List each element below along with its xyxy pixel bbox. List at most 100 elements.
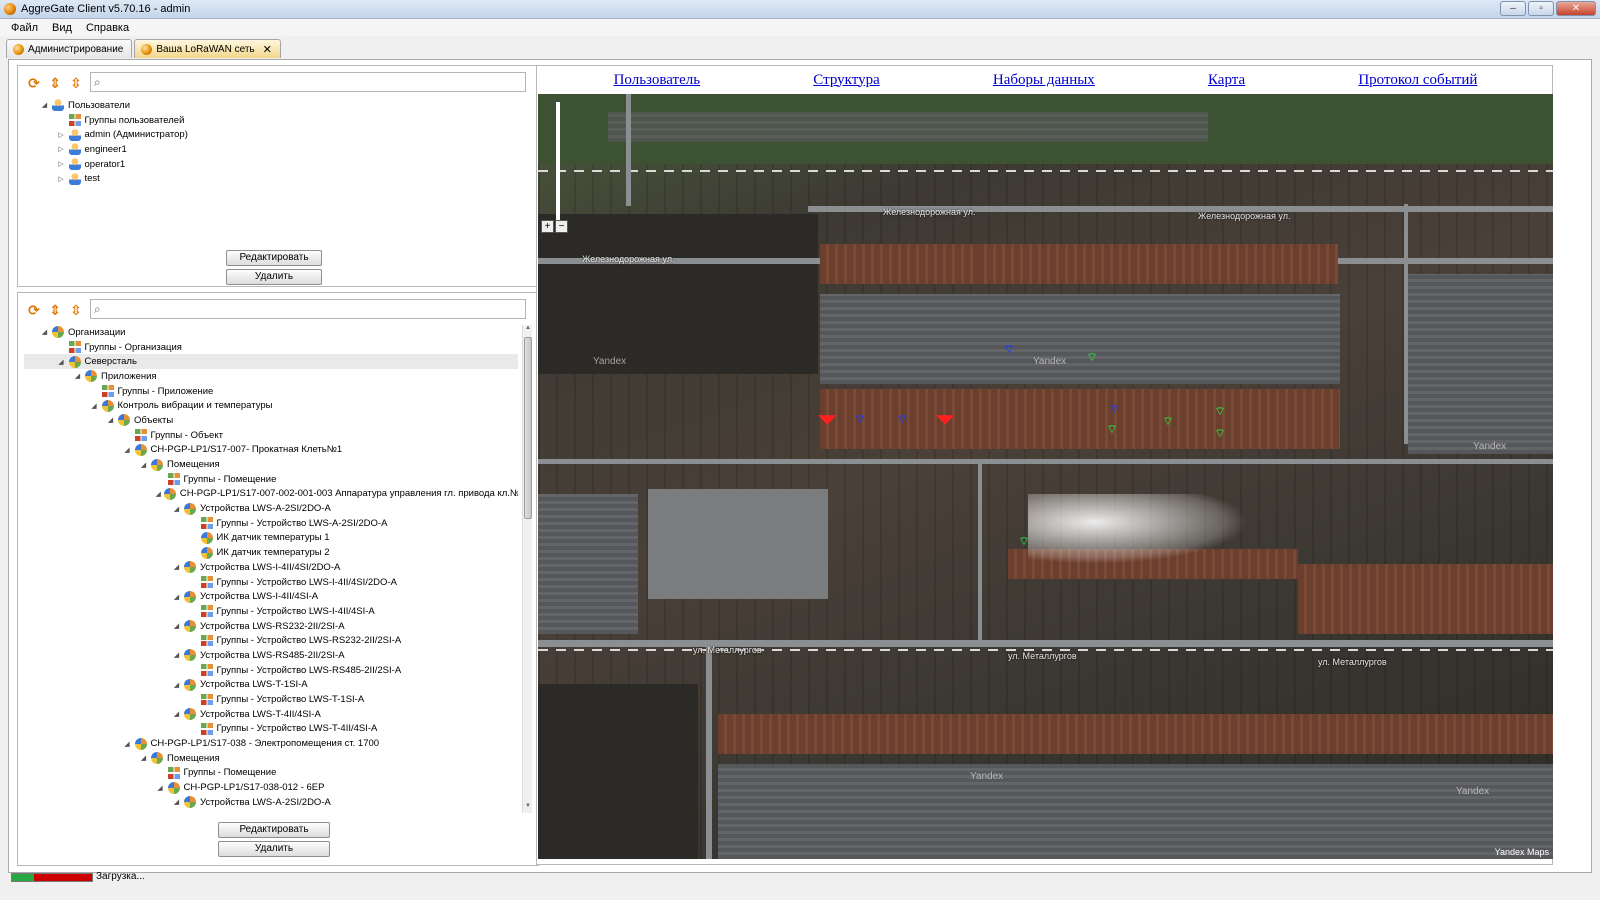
refresh-icon[interactable]: ⟳ (26, 75, 42, 91)
expand-toggle-icon[interactable]: ◢ (40, 101, 49, 109)
tree-node[interactable]: ◢ Приложения (24, 369, 518, 384)
sensor-marker-ok-icon[interactable]: ⌔ (1212, 427, 1228, 439)
organizations-search-field[interactable]: ⌕ (90, 299, 526, 319)
edit-organization-button[interactable]: Редактировать (218, 822, 330, 838)
expand-toggle-icon[interactable]: ◢ (123, 740, 132, 748)
tree-node[interactable]: Группы - Устройство LWS-A-2SI/2DO-A (24, 516, 518, 531)
satellite-map[interactable]: Железнодорожная ул. Железнодорожная ул. … (538, 94, 1553, 859)
nav-link-datasets[interactable]: Наборы данных (993, 72, 1095, 89)
nav-link-map[interactable]: Карта (1208, 72, 1245, 89)
tree-node[interactable]: Группы - Устройство LWS-RS232-2II/2SI-A (24, 633, 518, 648)
tree-node[interactable]: ИК датчик температуры 1 (24, 531, 518, 546)
expand-toggle-icon[interactable]: ◢ (172, 710, 181, 718)
tree-node[interactable]: Группы - Устройство LWS-T-4II/4SI-A (24, 722, 518, 737)
tree-node[interactable]: Группы - Организация (24, 340, 518, 355)
zoom-in-button[interactable]: + (541, 220, 554, 233)
maximize-button[interactable]: ▫ (1528, 1, 1554, 16)
tree-node[interactable]: Группы - Помещение (24, 472, 518, 487)
tree-node[interactable]: ◢ Помещения (24, 457, 518, 472)
expand-toggle-icon[interactable]: ◢ (90, 402, 99, 410)
expand-toggle-icon[interactable]: ◢ (156, 490, 161, 498)
expand-toggle-icon[interactable]: ◢ (40, 328, 49, 336)
expand-toggle-icon[interactable]: ◢ (172, 651, 181, 659)
collapse-all-icon[interactable]: ⇳ (68, 75, 84, 91)
expand-toggle-icon[interactable]: ◢ (172, 593, 181, 601)
sensor-marker-ok-icon[interactable]: ⌔ (1084, 351, 1100, 363)
tree-node[interactable]: Группы - Устройство LWS-RS485-2II/2SI-A (24, 663, 518, 678)
sensor-marker-warning-icon[interactable]: ⌔ (1001, 343, 1017, 355)
expand-toggle-icon[interactable]: ◢ (172, 505, 181, 513)
tree-node[interactable]: ◢ Устройства LWS-A-2SI/2DO-A (24, 795, 518, 810)
sensor-marker-warning-icon[interactable]: ⌔ (894, 413, 910, 425)
tree-node[interactable]: ◢ CH-PGP-LP1/S17-038-012 - 6ЕР (24, 780, 518, 795)
tree-node[interactable]: ◢ Контроль вибрации и температуры (24, 398, 518, 413)
tree-node[interactable]: ◢ Пользователи (24, 98, 518, 113)
tree-node[interactable]: ◢ CH-PGP-LP1/S17-038 - Электропомещения с… (24, 736, 518, 751)
tree-node[interactable]: ◢ Устройства LWS-T-1SI-A (24, 678, 518, 693)
expand-toggle-icon[interactable]: ◢ (172, 622, 181, 630)
collapse-all-icon[interactable]: ⇳ (68, 302, 84, 318)
expand-toggle-icon[interactable]: ▷ (57, 145, 66, 153)
tree-node[interactable]: Группы - Объект (24, 428, 518, 443)
tree-node[interactable]: ▷ test (24, 171, 518, 186)
tree-node[interactable]: ▷ admin (Администратор) (24, 127, 518, 142)
tree-node[interactable]: ◢ Устройства LWS-RS485-2II/2SI-A (24, 648, 518, 663)
zoom-slider[interactable] (556, 102, 560, 227)
expand-all-icon[interactable]: ⇕ (47, 302, 63, 318)
expand-toggle-icon[interactable]: ◢ (172, 563, 181, 571)
tab-lorawan-network[interactable]: Ваша LoRaWAN сеть ✕ (134, 39, 281, 58)
tab-close-icon[interactable]: ✕ (263, 43, 272, 56)
tree-node[interactable]: Группы - Приложение (24, 384, 518, 399)
tree-node[interactable]: ◢ Северсталь (24, 354, 518, 370)
expand-toggle-icon[interactable]: ▷ (57, 160, 66, 168)
tree-node[interactable]: Группы - Устройство LWS-I-4II/4SI-A (24, 604, 518, 619)
users-search-field[interactable]: ⌕ (90, 72, 526, 92)
tree-node[interactable]: ◢ Объекты (24, 413, 518, 428)
tab-administration[interactable]: Администрирование (6, 39, 133, 58)
scroll-down-icon[interactable]: ▼ (523, 803, 533, 813)
expand-toggle-icon[interactable]: ◢ (139, 754, 148, 762)
tree-node[interactable]: Группы - Помещение (24, 766, 518, 781)
tree-node[interactable]: ◢ CH-PGP-LP1/S17-007- Прокатная Клеть№1 (24, 443, 518, 458)
tree-scrollbar[interactable]: ▲ ▼ (522, 325, 532, 813)
delete-user-button[interactable]: Удалить (226, 269, 322, 285)
tree-node[interactable]: Группы пользователей (24, 113, 518, 128)
sensor-marker-ok-icon[interactable]: ⌔ (1160, 415, 1176, 427)
tree-node[interactable]: ◢ Устройства LWS-A-2SI/2DO-A (24, 501, 518, 516)
tree-node[interactable]: ▷ operator1 (24, 157, 518, 172)
close-window-button[interactable]: ✕ (1556, 1, 1596, 16)
tree-node[interactable]: ◢ CH-PGP-LP1/S17-007-002-001-003 Аппарату… (24, 487, 518, 502)
sensor-marker-ok-icon[interactable]: ⌔ (1212, 405, 1228, 417)
expand-toggle-icon[interactable]: ▷ (57, 131, 66, 139)
expand-toggle-icon[interactable]: ◢ (139, 461, 148, 469)
tree-node[interactable]: ИК датчик температуры 2 (24, 545, 518, 560)
menu-view[interactable]: Вид (45, 22, 79, 34)
edit-user-button[interactable]: Редактировать (226, 250, 322, 266)
tree-node[interactable]: ◢ Устройства LWS-I-4II/4SI-A (24, 589, 518, 604)
expand-toggle-icon[interactable]: ▷ (57, 175, 66, 183)
sensor-marker-alarm-icon[interactable]: ◥◤ (818, 413, 836, 425)
sensor-marker-ok-icon[interactable]: ⌔ (1016, 535, 1032, 547)
nav-link-user[interactable]: Пользователь (614, 72, 701, 89)
minimize-button[interactable]: – (1500, 1, 1526, 16)
expand-toggle-icon[interactable]: ◢ (73, 372, 82, 380)
tree-node[interactable]: ◢ Устройства LWS-T-4II/4SI-A (24, 707, 518, 722)
tree-node[interactable]: ◢ Устройства LWS-RS232-2II/2SI-A (24, 619, 518, 634)
refresh-icon[interactable]: ⟳ (26, 302, 42, 318)
tree-node[interactable]: ◢ Организации (24, 325, 518, 340)
tree-node[interactable]: ◢ Устройства LWS-I-4II/4SI/2DO-A (24, 560, 518, 575)
expand-toggle-icon[interactable]: ◢ (172, 798, 181, 806)
sensor-marker-alarm-icon[interactable]: ◥◤ (936, 413, 954, 425)
tree-node[interactable]: ◢ Помещения (24, 751, 518, 766)
sensor-marker-warning-icon[interactable]: ⌔ (852, 413, 868, 425)
tree-node[interactable]: Группы - Устройство LWS-I-4II/4SI/2DO-A (24, 575, 518, 590)
nav-link-event-log[interactable]: Протокол событий (1358, 72, 1477, 89)
tree-node[interactable]: ▷ engineer1 (24, 142, 518, 157)
expand-all-icon[interactable]: ⇕ (47, 75, 63, 91)
sensor-marker-warning-icon[interactable]: ⌔ (1106, 403, 1122, 415)
expand-toggle-icon[interactable]: ◢ (106, 416, 115, 424)
nav-link-structure[interactable]: Структура (813, 72, 879, 89)
scroll-thumb[interactable] (524, 337, 532, 519)
scroll-up-icon[interactable]: ▲ (523, 325, 533, 335)
zoom-out-button[interactable]: − (555, 220, 568, 233)
